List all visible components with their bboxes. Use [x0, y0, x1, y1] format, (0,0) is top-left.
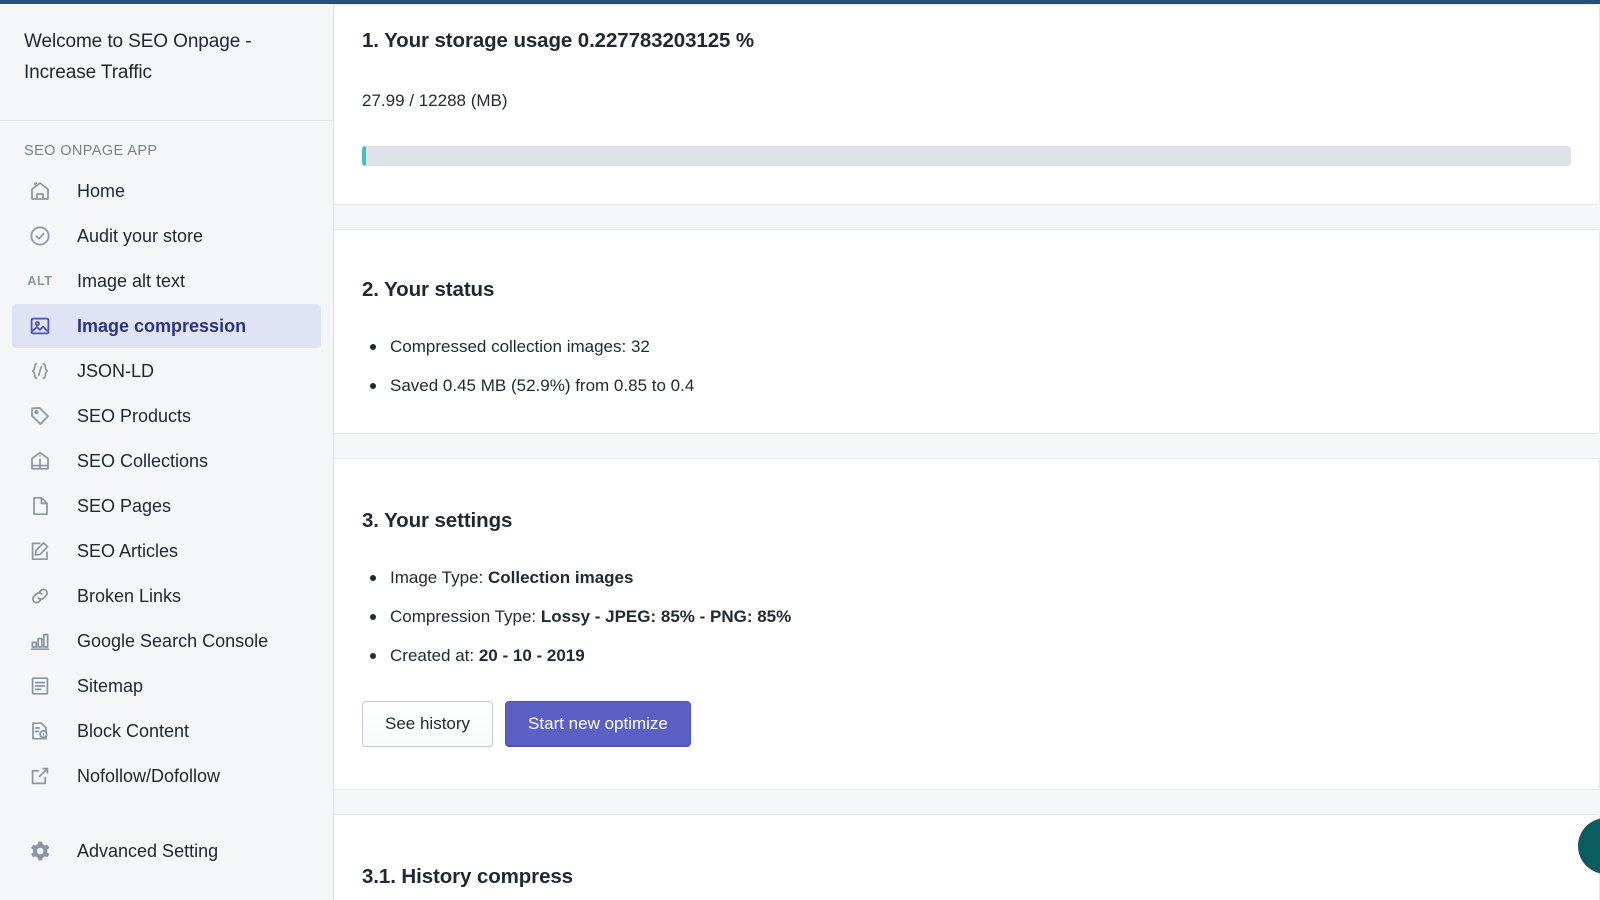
- sidebar-item-label: Nofollow/Dofollow: [77, 766, 220, 787]
- block-content-icon: [24, 715, 56, 747]
- gear-icon: [24, 835, 56, 867]
- sidebar-item-label: JSON-LD: [77, 361, 154, 382]
- sidebar-item-seo-products[interactable]: SEO Products: [12, 394, 321, 438]
- sidebar-item-label: SEO Collections: [77, 451, 208, 472]
- app-root: Welcome to SEO Onpage - Increase Traffic…: [0, 0, 1600, 900]
- sidebar-item-image-compression[interactable]: Image compression: [12, 304, 321, 348]
- sidebar-section-label: SEO ONPAGE APP: [0, 121, 333, 169]
- external-link-icon: [24, 760, 56, 792]
- pencil-square-icon: [24, 535, 56, 567]
- list-item: Image Type: Collection images: [362, 567, 1571, 589]
- list-item: Saved 0.45 MB (52.9%) from 0.85 to 0.4: [362, 375, 1571, 397]
- sidebar-item-label: Google Search Console: [77, 631, 268, 652]
- setting-value: 20 - 10 - 2019: [479, 646, 585, 665]
- status-card: 2. Your status Compressed collection ima…: [334, 229, 1600, 434]
- storage-usage-value: 27.99 / 12288 (MB): [362, 91, 1571, 111]
- sidebar-item-label: SEO Products: [77, 406, 191, 427]
- sidebar-item-label: Audit your store: [77, 226, 203, 247]
- status-heading: 2. Your status: [362, 276, 1571, 304]
- sidebar-divider-gap: [12, 799, 321, 829]
- sidebar-item-label: Sitemap: [77, 676, 143, 697]
- status-bullet-list: Compressed collection images: 32 Saved 0…: [362, 336, 1571, 397]
- setting-value: Lossy - JPEG: 85% - PNG: 85%: [541, 607, 791, 626]
- settings-card: 3. Your settings Image Type: Collection …: [334, 458, 1600, 790]
- storage-progress-bar: [362, 146, 1571, 166]
- sidebar-item-label: Advanced Setting: [77, 841, 218, 862]
- sidebar-item-google-search-console[interactable]: Google Search Console: [12, 619, 321, 663]
- sidebar-item-audit-your-store[interactable]: Audit your store: [12, 214, 321, 258]
- home-icon: [24, 175, 56, 207]
- list-document-icon: [24, 670, 56, 702]
- see-history-button[interactable]: See history: [362, 701, 493, 747]
- alt-text-icon: ALT: [24, 265, 56, 297]
- sidebar-item-label: Image alt text: [77, 271, 185, 292]
- history-compress-heading: 3.1. History compress: [362, 863, 1571, 891]
- sidebar: Welcome to SEO Onpage - Increase Traffic…: [0, 4, 334, 900]
- setting-label: Compression Type:: [390, 607, 536, 626]
- sidebar-item-label: Block Content: [77, 721, 189, 742]
- image-icon: [24, 310, 56, 342]
- top-accent-bar: [0, 0, 1600, 4]
- sidebar-item-home[interactable]: Home: [12, 169, 321, 213]
- sidebar-item-seo-collections[interactable]: SEO Collections: [12, 439, 321, 483]
- start-new-optimize-button[interactable]: Start new optimize: [505, 701, 691, 747]
- history-compress-card: 3.1. History compress: [334, 814, 1600, 900]
- sidebar-item-broken-links[interactable]: Broken Links: [12, 574, 321, 618]
- sidebar-item-sitemap[interactable]: Sitemap: [12, 664, 321, 708]
- sidebar-item-block-content[interactable]: Block Content: [12, 709, 321, 753]
- page-icon: [24, 490, 56, 522]
- tag-icon: [24, 400, 56, 432]
- storage-usage-card: 1. Your storage usage 0.227783203125 % 2…: [334, 4, 1600, 205]
- sidebar-item-advanced-setting[interactable]: Advanced Setting: [12, 829, 321, 873]
- sidebar-item-seo-pages[interactable]: SEO Pages: [12, 484, 321, 528]
- setting-label: Image Type:: [390, 568, 483, 587]
- sidebar-item-label: Broken Links: [77, 586, 181, 607]
- sidebar-item-label: SEO Articles: [77, 541, 178, 562]
- collection-icon: [24, 445, 56, 477]
- main-content: 1. Your storage usage 0.227783203125 % 2…: [334, 4, 1600, 900]
- sidebar-item-image-alt-text[interactable]: ALT Image alt text: [12, 259, 321, 303]
- sidebar-item-label: Image compression: [77, 316, 246, 337]
- sidebar-item-label: Home: [77, 181, 125, 202]
- settings-action-row: See history Start new optimize: [362, 701, 1571, 747]
- setting-value: Collection images: [488, 568, 633, 587]
- list-item: Created at: 20 - 10 - 2019: [362, 645, 1571, 667]
- settings-bullet-list: Image Type: Collection images Compressio…: [362, 567, 1571, 667]
- list-item: Compressed collection images: 32: [362, 336, 1571, 358]
- sidebar-nav: Home Audit your store ALT Image alt text: [0, 169, 333, 873]
- sidebar-item-json-ld[interactable]: JSON-LD: [12, 349, 321, 393]
- setting-label: Created at:: [390, 646, 474, 665]
- app-welcome-title: Welcome to SEO Onpage - Increase Traffic: [24, 26, 309, 88]
- code-braces-icon: [24, 355, 56, 387]
- sidebar-item-nofollow-dofollow[interactable]: Nofollow/Dofollow: [12, 754, 321, 798]
- list-item: Compression Type: Lossy - JPEG: 85% - PN…: [362, 606, 1571, 628]
- sidebar-item-seo-articles[interactable]: SEO Articles: [12, 529, 321, 573]
- storage-progress-fill: [362, 146, 366, 166]
- sidebar-item-label: SEO Pages: [77, 496, 171, 517]
- bar-chart-icon: [24, 625, 56, 657]
- link-icon: [24, 580, 56, 612]
- sidebar-header: Welcome to SEO Onpage - Increase Traffic: [0, 4, 333, 121]
- storage-usage-heading: 1. Your storage usage 0.227783203125 %: [362, 27, 1571, 55]
- check-circle-icon: [24, 220, 56, 252]
- settings-heading: 3. Your settings: [362, 507, 1571, 535]
